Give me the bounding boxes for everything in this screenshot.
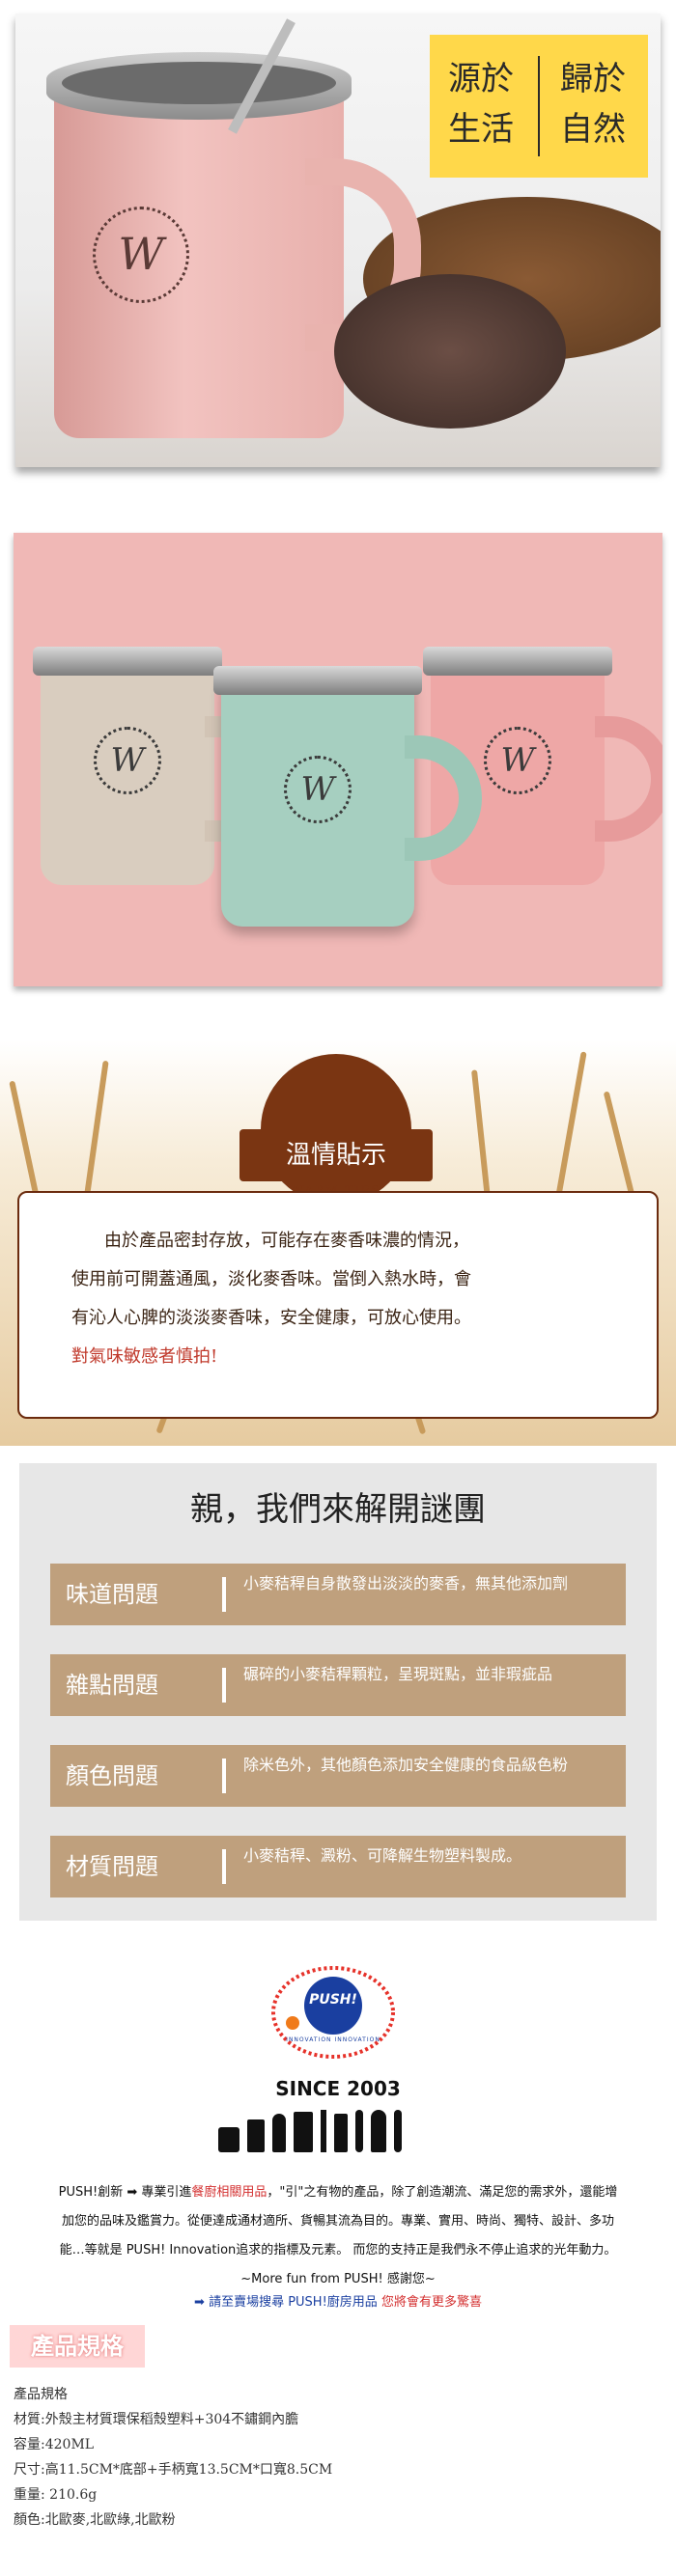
faq-divider	[222, 1668, 226, 1703]
push-logo-graphic	[271, 1966, 395, 2059]
pitcher-icon	[218, 2127, 239, 2152]
slogan-card: 源於 生活 歸於 自然	[430, 35, 648, 178]
tips-line: 有沁人心脾的淡淡麥香味，安全健康，可放心使用。	[71, 1308, 471, 1328]
promo-highlight: 餐廚相關用品	[191, 2185, 268, 2200]
promo-line: ~More fun from PUSH! 感謝您~	[240, 2272, 436, 2286]
spec-heading: 產品規格	[10, 2325, 145, 2368]
slogan-text: 歸於	[560, 60, 626, 98]
kitchen-tools-icons	[218, 2110, 460, 2152]
faq-text: 碾碎的小麥秸稈顆粒，呈現斑點，並非瑕疵品	[201, 1654, 626, 1716]
faq-item: 顏色問題 除米色外，其他顏色添加安全健康的食品級色粉	[50, 1745, 626, 1807]
faq-section: 親，我們來解開謎團 味道問題 小麥秸稈自身散發出淡淡的麥香，無其他添加劑 雜點問…	[19, 1463, 657, 1921]
faq-divider	[222, 1759, 226, 1793]
mug-green: W	[213, 666, 482, 927]
spec-line: 材質:外殼主材質環保稻殼塑料+304不鏽鋼內膽	[14, 2412, 299, 2427]
mug-wheat: W	[33, 647, 282, 885]
push-logo: PUSH! INNOVATION INNOVATION	[261, 1959, 406, 2065]
spec-line: 容量:420ML	[14, 2437, 95, 2452]
faq-label: 味道問題	[50, 1564, 201, 1625]
mug-lid	[334, 274, 566, 429]
spec-list: 產品規格 材質:外殼主材質環保稻殼塑料+304不鏽鋼內膽 容量:420ML 尺寸…	[14, 2382, 661, 2533]
faq-divider	[222, 1849, 226, 1884]
brand-emblem: W	[93, 207, 189, 303]
slogan-right: 歸於 自然	[549, 54, 636, 154]
whisk-icon	[272, 2114, 286, 2152]
grater-icon	[247, 2119, 265, 2152]
color-variants-photo: W W W	[14, 533, 662, 986]
faq-label: 材質問題	[50, 1836, 201, 1897]
spoon-icon	[394, 2110, 402, 2152]
faq-heading: 親，我們來解開謎團	[190, 1490, 486, 1529]
promo-line: PUSH!創新 ➡ 專業引進餐廚相關用品，"引"之有物的產品，除了創造潮流、滿足…	[10, 2181, 666, 2200]
slogan-text: 自然	[560, 110, 626, 149]
cleaver-icon	[334, 2114, 348, 2152]
faq-text: 除米色外，其他顏色添加安全健康的食品級色粉	[201, 1745, 626, 1807]
brand-emblem: W	[284, 756, 352, 824]
mug-inner	[62, 62, 336, 104]
ladle-icon	[371, 2110, 386, 2152]
faq-text: 小麥秸稈自身散發出淡淡的麥香，無其他添加劑	[201, 1564, 626, 1625]
faq-item: 味道問題 小麥秸稈自身散發出淡淡的麥香，無其他添加劑	[50, 1564, 626, 1625]
push-logo-text: PUSH!	[309, 1992, 357, 2008]
promo-link[interactable]: ➡ 請至賣場搜尋 PUSH!廚房用品 您將會有更多驚喜	[10, 2291, 666, 2310]
slogan-text: 生活	[448, 110, 514, 149]
knife-icon	[321, 2110, 326, 2152]
since-text: SINCE 2003	[275, 2077, 401, 2100]
faq-item: 材質問題 小麥秸稈、澱粉、可降解生物塑料製成。	[50, 1836, 626, 1897]
slogan-divider	[538, 56, 540, 156]
faq-label: 顏色問題	[50, 1745, 201, 1807]
push-logo-ring: INNOVATION INNOVATION	[286, 2036, 380, 2043]
promo-highlight: 您將會有更多驚喜	[380, 2295, 482, 2310]
promo-line: 加您的品味及鑑賞力。從便達成通材適所、貨暢其流為目的。專業、實用、時尚、獨特、設…	[61, 2214, 614, 2229]
faq-text: 小麥秸稈、澱粉、可降解生物塑料製成。	[201, 1836, 626, 1897]
brand-emblem: W	[94, 726, 161, 794]
warm-tips-badge: 溫情貼示	[239, 1054, 433, 1205]
spatula-icon	[294, 2112, 313, 2152]
faq-divider	[222, 1577, 226, 1612]
spec-line: 產品規格	[14, 2387, 68, 2402]
faq-label: 雜點問題	[50, 1654, 201, 1716]
tips-warning: 對氣味敏感者慎拍!	[71, 1346, 218, 1367]
slogan-left: 源於 生活	[437, 54, 524, 154]
warm-tips-box: 由於產品密封存放，可能存在麥香味濃的情況， 使用前可開蓋通風，淡化麥香味。當倒入…	[17, 1191, 659, 1419]
brand-emblem: W	[484, 726, 551, 794]
spec-line: 重量: 210.6g	[14, 2487, 98, 2503]
promo-text: PUSH!創新 ➡ 專業引進	[58, 2185, 192, 2200]
warm-tips-title: 溫情貼示	[285, 1141, 386, 1170]
spec-line: 尺寸:高11.5CM*底部+手柄寬13.5CM*口寬8.5CM	[14, 2462, 333, 2478]
promo-line: 能…等就是 PUSH! Innovation追求的指標及元素。 而您的支持正是我…	[59, 2243, 617, 2257]
spec-line: 顏色:北歐麥,北歐綠,北歐粉	[14, 2512, 176, 2528]
fork-icon	[355, 2110, 363, 2152]
promo-text: ，"引"之有物的產品，除了創造潮流、滿足您的需求外，還能增	[267, 2185, 618, 2200]
promo-text: ➡ 請至賣場搜尋 PUSH!廚房用品	[194, 2295, 381, 2310]
slogan-text: 源於	[448, 60, 514, 98]
tips-line: 使用前可開蓋通風，淡化麥香味。當倒入熱水時，會	[71, 1269, 471, 1289]
tips-line: 由於產品密封存放，可能存在麥香味濃的情況，	[104, 1231, 469, 1251]
faq-item: 雜點問題 碾碎的小麥秸稈顆粒，呈現斑點，並非瑕疵品	[50, 1654, 626, 1716]
